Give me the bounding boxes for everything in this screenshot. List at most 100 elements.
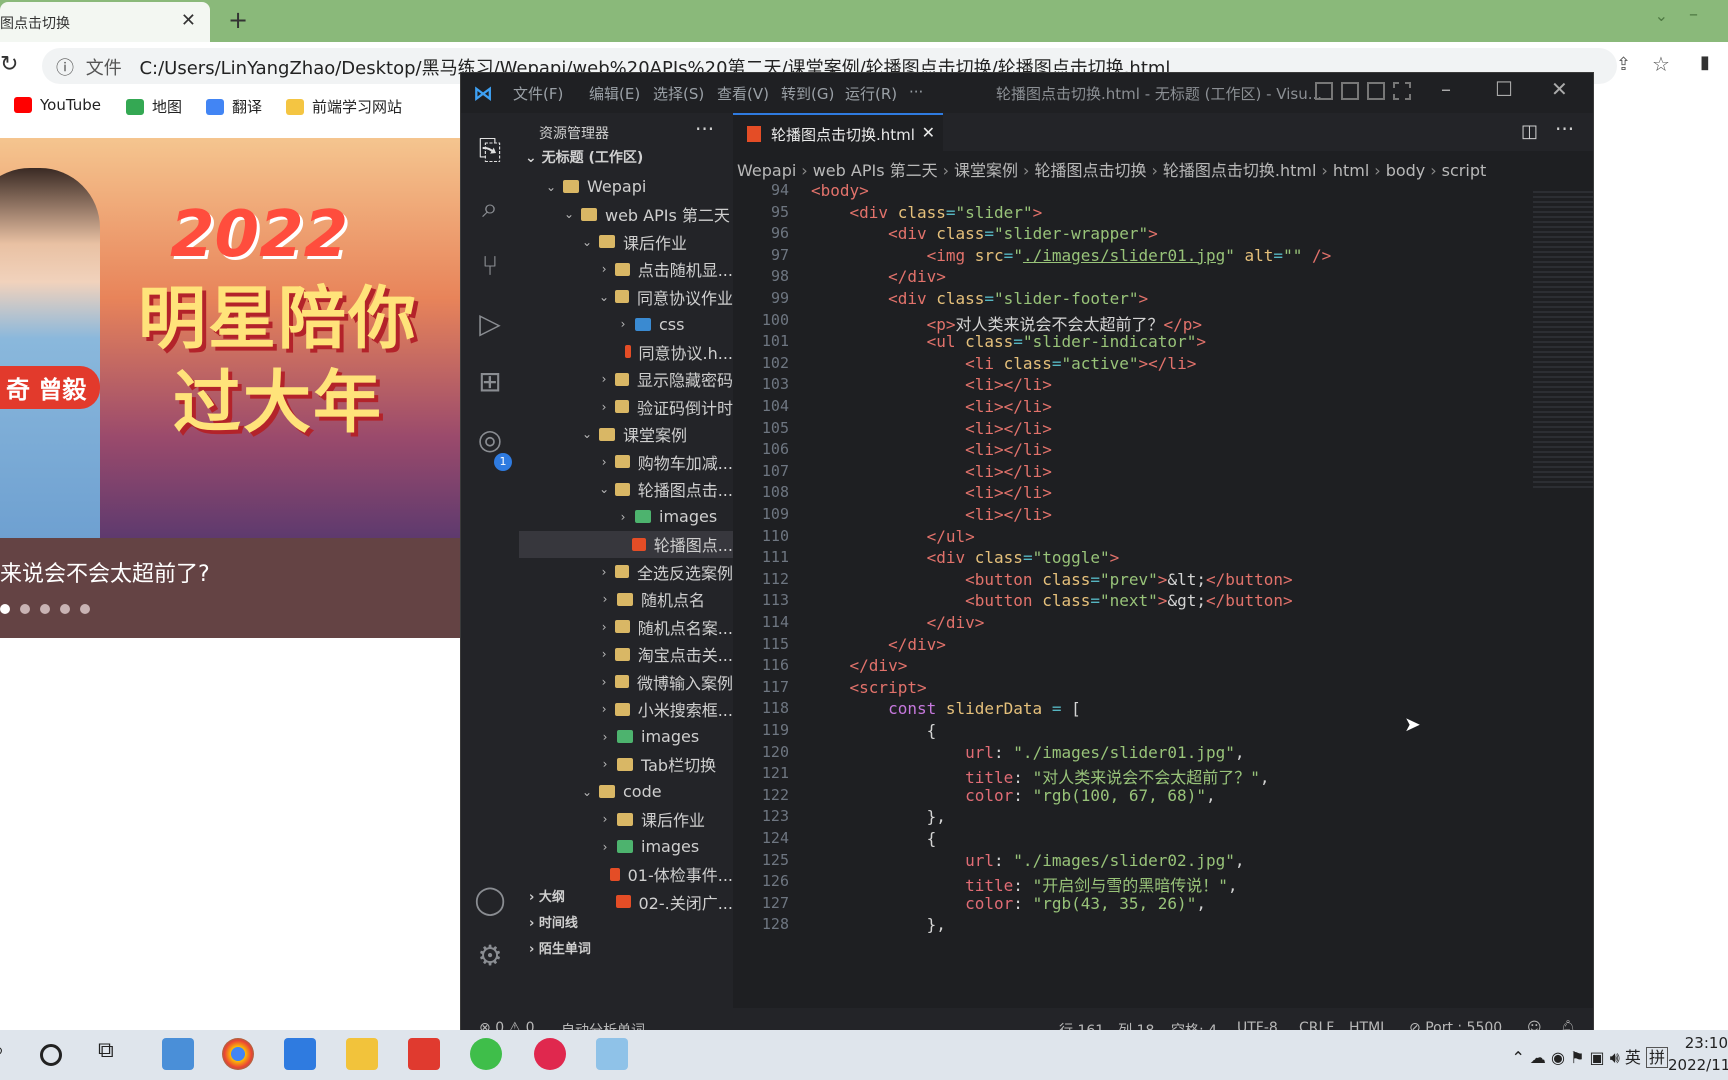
- slider-dot[interactable]: [0, 604, 10, 614]
- close-editor-icon[interactable]: ✕: [922, 123, 935, 142]
- app-taskbar-icon[interactable]: [162, 1038, 194, 1070]
- code-line[interactable]: <button class="next">&gt;</button>: [811, 591, 1293, 610]
- code-line[interactable]: color: "rgb(43, 35, 26)",: [811, 894, 1206, 913]
- code-line[interactable]: <p>对人类来说会不会太超前了？</p>: [811, 311, 1202, 335]
- wps-icon[interactable]: [408, 1038, 440, 1070]
- code-line[interactable]: <ul class="slider-indicator">: [811, 332, 1206, 351]
- tree-folder[interactable]: ⌄ 课堂案例: [519, 421, 733, 448]
- breadcrumb-item[interactable]: Wepapi: [737, 161, 796, 180]
- tree-folder[interactable]: › css: [519, 311, 733, 338]
- breadcrumb-item[interactable]: 轮播图点击切换.html: [1163, 161, 1317, 180]
- ime-mode[interactable]: 拼: [1645, 1047, 1668, 1068]
- ime-language[interactable]: 英: [1625, 1048, 1641, 1067]
- menu-item[interactable]: 文件(F): [513, 83, 563, 104]
- share-icon[interactable]: ⇪: [1616, 54, 1631, 75]
- breadcrumb-item[interactable]: html: [1333, 161, 1369, 180]
- tree-folder[interactable]: › 小米搜索框...: [519, 696, 733, 723]
- tree-folder[interactable]: ⌄ 轮播图点击...: [519, 476, 733, 503]
- editor-more-actions-icon[interactable]: ···: [1555, 117, 1574, 141]
- menu-item[interactable]: 查看(V): [717, 83, 769, 104]
- code-line[interactable]: <li></li>: [811, 505, 1052, 524]
- code-line[interactable]: <body>: [811, 181, 869, 200]
- toggle-panel-icon[interactable]: [1341, 82, 1359, 100]
- tree-folder[interactable]: › 微博输入案例: [519, 668, 733, 695]
- code-line[interactable]: const sliderData = [: [811, 699, 1081, 718]
- bookmark-youtube[interactable]: YouTube: [14, 96, 101, 114]
- code-line[interactable]: color: "rgb(100, 67, 68)",: [811, 786, 1215, 805]
- tree-file[interactable]: 02-.关闭广...: [519, 888, 733, 915]
- tree-file[interactable]: 同意协议.h...: [519, 338, 733, 365]
- app-taskbar-icon-2[interactable]: [596, 1038, 628, 1070]
- code-line[interactable]: <li></li>: [811, 375, 1052, 394]
- breadcrumb-item[interactable]: web APIs 第二天: [813, 161, 938, 180]
- code-line[interactable]: url: "./images/slider01.jpg",: [811, 743, 1244, 762]
- code-line[interactable]: <button class="prev">&lt;</button>: [811, 570, 1293, 589]
- explorer-more-actions-icon[interactable]: ···: [695, 117, 714, 141]
- tree-file[interactable]: 轮播图点...: [519, 530, 733, 558]
- tree-folder[interactable]: › 显示隐藏密码: [519, 366, 733, 393]
- browser-tab[interactable]: 图点击切换 ✕: [0, 2, 210, 42]
- code-line[interactable]: </ul>: [811, 527, 975, 546]
- menu-item[interactable]: 转到(G): [781, 83, 834, 104]
- slider-dot[interactable]: [20, 604, 30, 614]
- extensions-icon[interactable]: ⊞: [473, 365, 507, 398]
- breadcrumb-item[interactable]: 课堂案例: [954, 161, 1018, 180]
- new-tab-button[interactable]: +: [228, 6, 248, 34]
- code-line[interactable]: </div>: [811, 613, 985, 632]
- tree-folder[interactable]: ⌄ web APIs 第二天: [519, 201, 733, 228]
- maximize-icon[interactable]: ☐: [1495, 77, 1513, 101]
- split-editor-icon[interactable]: ◫: [1521, 121, 1538, 142]
- menu-item[interactable]: ···: [909, 83, 923, 101]
- tree-folder[interactable]: › 购物车加减...: [519, 448, 733, 475]
- minimize-window-button[interactable]: –: [1689, 4, 1698, 25]
- tree-folder[interactable]: › 点击随机显...: [519, 256, 733, 283]
- code-line[interactable]: title: "对人类来说会不会太超前了？",: [811, 764, 1269, 788]
- code-line[interactable]: <script>: [811, 678, 927, 697]
- explorer-icon[interactable]: ⎘: [473, 133, 507, 167]
- code-line[interactable]: <li></li>: [811, 440, 1052, 459]
- reload-icon[interactable]: ↻: [0, 52, 18, 77]
- code-line[interactable]: </div>: [811, 635, 946, 654]
- tree-folder[interactable]: ⌄ 课后作业: [519, 228, 733, 255]
- code-line[interactable]: <div class="toggle">: [811, 548, 1120, 567]
- clock[interactable]: 23:10 2022/11: [1668, 1032, 1728, 1076]
- tree-folder[interactable]: › 验证码倒计时: [519, 393, 733, 420]
- tree-folder[interactable]: › Tab栏切换: [519, 751, 733, 778]
- run-debug-icon[interactable]: ▷: [473, 307, 507, 340]
- breadcrumb-item[interactable]: 轮播图点击切换: [1034, 161, 1146, 180]
- tree-file[interactable]: 01-体检事件...: [519, 861, 733, 888]
- remote-explorer-icon[interactable]: ◎: [473, 423, 507, 456]
- file-explorer-icon[interactable]: [346, 1038, 378, 1070]
- code-line[interactable]: <img src="./images/slider01.jpg" alt="" …: [811, 246, 1332, 265]
- toggle-primary-sidebar-icon[interactable]: [1315, 82, 1333, 100]
- tree-folder[interactable]: › images: [519, 723, 733, 750]
- search-taskbar-icon[interactable]: ⌕: [0, 1038, 24, 1070]
- code-line[interactable]: title: "开启剑与雪的黑暗传说！",: [811, 872, 1237, 896]
- code-line[interactable]: <li></li>: [811, 397, 1052, 416]
- tree-folder[interactable]: ⌄ 同意协议作业: [519, 283, 733, 310]
- menu-item[interactable]: 选择(S): [653, 83, 704, 104]
- tree-folder[interactable]: › 全选反选案例: [519, 558, 733, 585]
- code-line[interactable]: <li class="active"></li>: [811, 354, 1196, 373]
- bookmark-folder[interactable]: 前端学习网站: [286, 96, 402, 117]
- wechat-icon[interactable]: [470, 1038, 502, 1070]
- slider-dot[interactable]: [40, 604, 50, 614]
- code-line[interactable]: {: [811, 721, 937, 740]
- tree-folder[interactable]: › 随机点名: [519, 586, 733, 613]
- code-line[interactable]: <div class="slider-wrapper">: [811, 224, 1158, 243]
- code-line[interactable]: </div>: [811, 656, 908, 675]
- tree-folder[interactable]: › images: [519, 833, 733, 860]
- unknown-words-section[interactable]: › 陌生单词: [519, 933, 733, 959]
- code-line[interactable]: {: [811, 829, 937, 848]
- account-icon[interactable]: ◯: [473, 883, 507, 916]
- code-line[interactable]: <li></li>: [811, 483, 1052, 502]
- code-line[interactable]: },: [811, 915, 946, 934]
- bookmark-translate[interactable]: 翻译: [206, 96, 262, 117]
- menu-item[interactable]: 运行(R): [845, 83, 897, 104]
- info-icon[interactable]: ⓘ: [56, 58, 74, 79]
- vscode-taskbar-icon[interactable]: [284, 1038, 316, 1070]
- breadcrumb-item[interactable]: body: [1386, 161, 1426, 180]
- minimap[interactable]: [1533, 191, 1593, 491]
- customize-layout-icon[interactable]: [1393, 82, 1411, 100]
- tree-folder[interactable]: › 随机点名案...: [519, 613, 733, 640]
